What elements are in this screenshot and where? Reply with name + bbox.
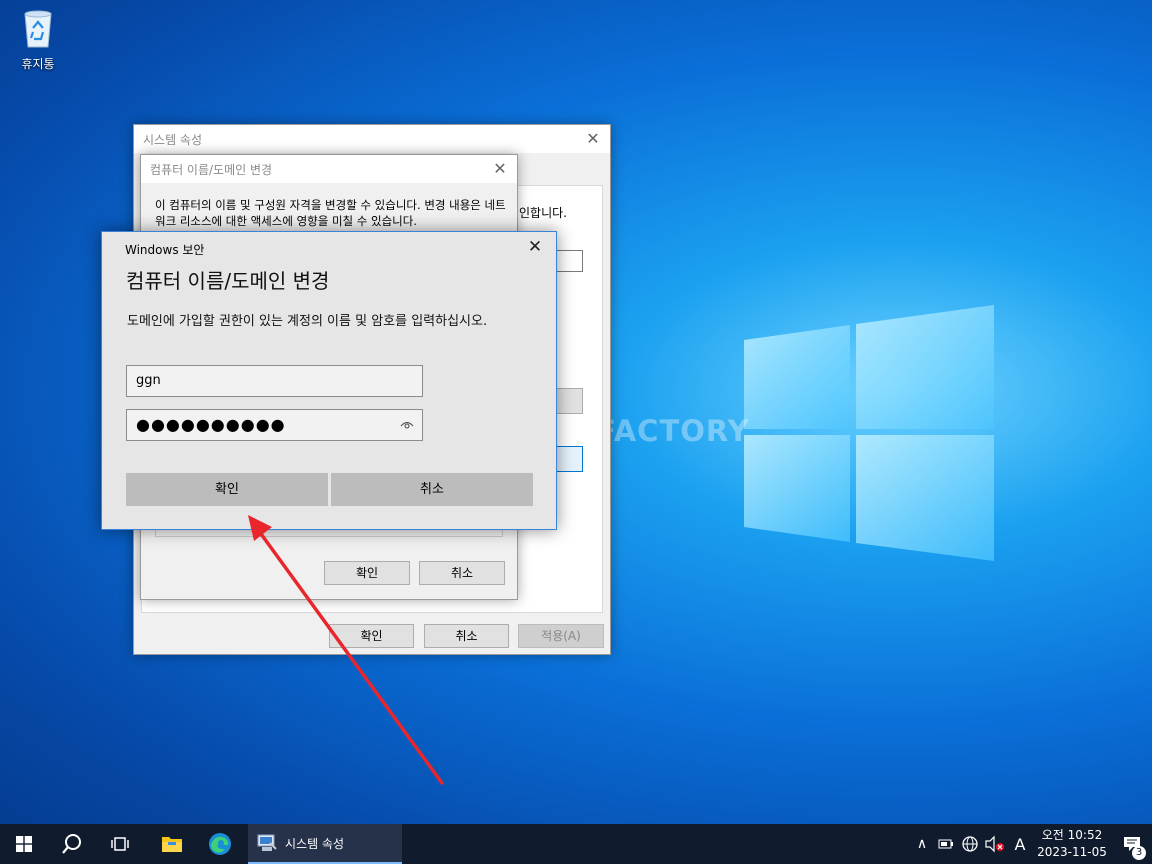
ime-indicator[interactable]: A xyxy=(1008,835,1032,854)
windows-start-icon xyxy=(16,836,32,852)
computer-name-description: 이 컴퓨터의 이름 및 구성원 자격을 변경할 수 있습니다. 변경 내용은 네… xyxy=(155,198,506,228)
system-properties-partial-text: 인합니다. xyxy=(519,206,567,220)
action-center-button[interactable]: 3 xyxy=(1112,824,1152,864)
show-hidden-icons-chevron-icon[interactable]: ∧ xyxy=(910,836,934,852)
annotation-arrow xyxy=(248,515,444,785)
system-properties-titlebar[interactable]: 시스템 속성 xyxy=(134,125,610,153)
windows-security-cancel-button[interactable]: 취소 xyxy=(331,473,533,506)
system-properties-icon xyxy=(257,834,277,851)
edge-icon xyxy=(209,833,231,855)
network-globe-icon[interactable] xyxy=(958,835,982,853)
password-input[interactable]: ●●●●●●●●●● xyxy=(126,409,423,441)
taskbar-system-properties-label: 시스템 속성 xyxy=(285,836,345,851)
computer-name-title: 컴퓨터 이름/도메인 변경 xyxy=(150,162,273,177)
start-button[interactable] xyxy=(0,824,48,864)
recycle-bin-icon xyxy=(24,10,52,48)
task-view-button[interactable] xyxy=(96,824,144,864)
reveal-password-eye-icon[interactable] xyxy=(400,419,414,431)
file-explorer-button[interactable] xyxy=(148,824,196,864)
notification-count-badge: 3 xyxy=(1132,846,1146,860)
clock-time: 오전 10:52 xyxy=(1041,828,1103,842)
volume-muted-icon[interactable] xyxy=(982,835,1008,853)
task-view-icon xyxy=(111,837,129,851)
system-properties-title: 시스템 속성 xyxy=(143,132,203,147)
search-button[interactable] xyxy=(48,824,96,864)
windows-security-close-icon[interactable]: ✕ xyxy=(526,238,544,256)
computer-name-titlebar[interactable]: 컴퓨터 이름/도메인 변경 xyxy=(141,155,517,183)
system-properties-apply-button[interactable]: 적용(A) xyxy=(518,624,604,648)
windows-security-heading: 컴퓨터 이름/도메인 변경 xyxy=(126,269,330,293)
windows-security-dialog: Windows 보안 ✕ 컴퓨터 이름/도메인 변경 도메인에 가입할 권한이 … xyxy=(101,231,557,530)
edge-browser-button[interactable] xyxy=(196,824,244,864)
password-value: ●●●●●●●●●● xyxy=(136,415,286,434)
search-icon xyxy=(62,834,81,854)
system-properties-close-icon[interactable]: ✕ xyxy=(584,130,602,148)
taskbar: 시스템 속성 ∧ A 오전 10:52 2023-11-05 3 xyxy=(0,824,1152,864)
username-input[interactable]: ggn xyxy=(126,365,423,397)
battery-icon[interactable] xyxy=(934,836,958,852)
windows-security-prompt: 도메인에 가입할 권한이 있는 계정의 이름 및 암호를 입력하십시오. xyxy=(127,314,488,329)
system-tray: ∧ A 오전 10:52 2023-11-05 3 xyxy=(910,824,1152,864)
taskbar-system-properties[interactable]: 시스템 속성 xyxy=(248,824,402,864)
computer-name-close-icon[interactable]: ✕ xyxy=(491,160,509,178)
recycle-bin[interactable]: 휴지통 xyxy=(14,8,62,72)
windows-security-ok-button[interactable]: 확인 xyxy=(126,473,328,506)
recycle-bin-label: 휴지통 xyxy=(21,57,55,71)
windows-logo-icon xyxy=(744,305,994,561)
folder-icon xyxy=(162,837,182,852)
windows-security-title: Windows 보안 xyxy=(125,243,205,257)
clock[interactable]: 오전 10:52 2023-11-05 xyxy=(1032,827,1112,861)
clock-date: 2023-11-05 xyxy=(1037,845,1107,859)
